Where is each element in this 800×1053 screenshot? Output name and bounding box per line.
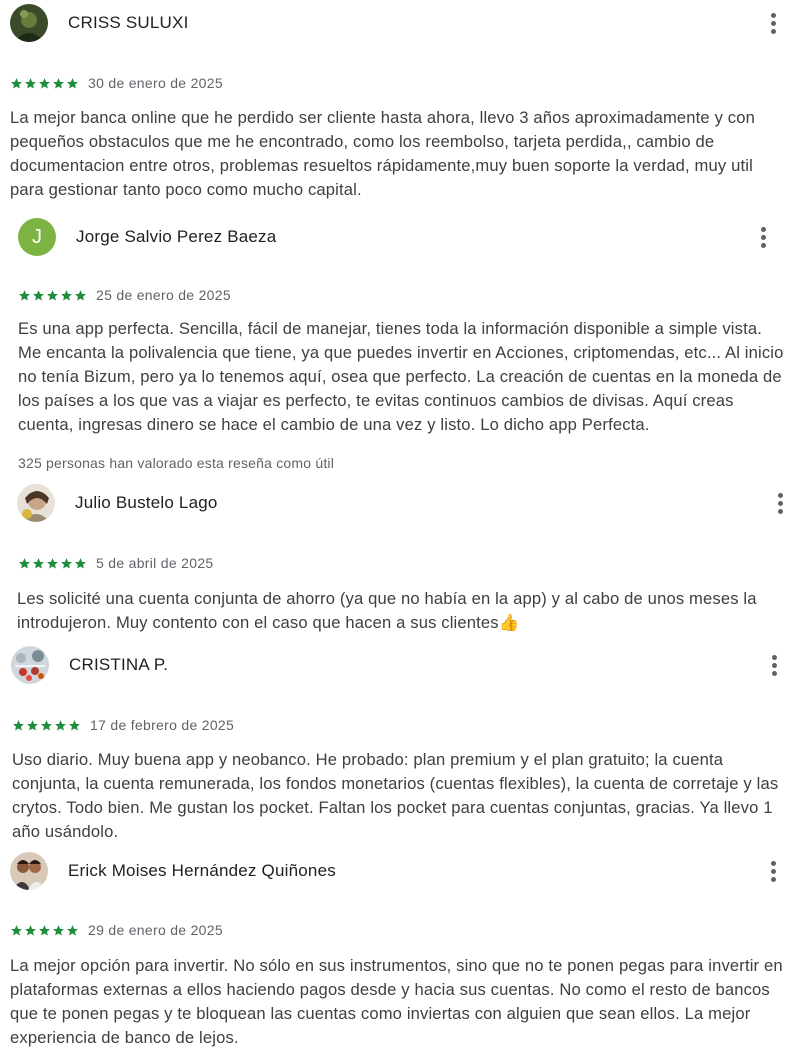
review-text: La mejor banca online que he perdido ser…	[10, 108, 755, 199]
review-header: J Jorge Salvio Perez Baeza	[18, 217, 276, 257]
star-icon	[47, 557, 58, 569]
star-icon	[39, 924, 50, 936]
rating-row: 25 de enero de 2025	[18, 285, 231, 305]
avatar[interactable]	[10, 4, 48, 42]
star-icon	[19, 557, 30, 569]
reviewer-name: Julio Bustelo Lago	[75, 493, 218, 512]
review-header: Erick Moises Hernández Quiñones	[10, 851, 336, 891]
review-text: Es una app perfecta. Sencilla, fácil de …	[18, 319, 784, 434]
star-icon	[53, 924, 64, 936]
star-icon	[69, 719, 80, 731]
star-icon	[67, 924, 78, 936]
star-icon	[47, 289, 58, 301]
star-icon	[67, 77, 78, 89]
rating-row: 29 de enero de 2025	[10, 920, 223, 940]
reviewer-name: CRISS SULUXI	[68, 13, 189, 32]
reviewer-name: CRISTINA P.	[69, 655, 169, 674]
avatar-letter: J	[32, 225, 42, 248]
star-icon	[25, 924, 36, 936]
star-icon	[33, 557, 44, 569]
star-icon	[19, 289, 30, 301]
more-options-icon[interactable]	[764, 651, 784, 679]
star-icon	[41, 719, 52, 731]
review-date: 5 de abril de 2025	[96, 555, 214, 571]
avatar[interactable]	[17, 484, 55, 522]
review-date: 30 de enero de 2025	[88, 75, 223, 91]
star-icon	[11, 77, 22, 89]
avatar[interactable]	[11, 646, 49, 684]
rating-row: 5 de abril de 2025	[18, 553, 214, 573]
helpful-count: 325 personas han valorado esta reseña co…	[18, 455, 335, 471]
star-icon	[33, 289, 44, 301]
star-rating	[18, 289, 87, 302]
star-icon	[11, 924, 22, 936]
more-options-icon[interactable]	[770, 489, 790, 517]
avatar[interactable]	[10, 852, 48, 890]
reviewer-name: Jorge Salvio Perez Baeza	[76, 227, 277, 246]
review-text: La mejor opción para invertir. No sólo e…	[10, 956, 783, 1047]
review-text: Uso diario. Muy buena app y neobanco. He…	[12, 750, 779, 841]
star-icon	[13, 719, 24, 731]
star-icon	[27, 719, 38, 731]
star-rating	[12, 719, 81, 732]
more-options-icon[interactable]	[763, 9, 783, 37]
star-rating	[18, 557, 87, 570]
star-icon	[61, 289, 72, 301]
star-icon	[61, 557, 72, 569]
review-date: 29 de enero de 2025	[88, 922, 223, 938]
star-icon	[53, 77, 64, 89]
star-rating	[10, 77, 79, 90]
review-header: Julio Bustelo Lago	[17, 483, 218, 523]
review-header: CRISS SULUXI	[10, 3, 189, 43]
star-icon	[75, 557, 86, 569]
more-options-icon[interactable]	[753, 223, 773, 251]
star-icon	[39, 77, 50, 89]
star-rating	[10, 924, 79, 937]
rating-row: 17 de febrero de 2025	[12, 715, 234, 735]
reviewer-name: Erick Moises Hernández Quiñones	[68, 861, 336, 880]
more-options-icon[interactable]	[763, 857, 783, 885]
star-icon	[25, 77, 36, 89]
review-date: 17 de febrero de 2025	[90, 717, 235, 733]
star-icon	[55, 719, 66, 731]
review-text: Les solicité una cuenta conjunta de ahor…	[17, 589, 757, 632]
avatar[interactable]: J	[18, 218, 56, 256]
rating-row: 30 de enero de 2025	[10, 73, 223, 93]
review-date: 25 de enero de 2025	[96, 287, 231, 303]
star-icon	[75, 289, 86, 301]
review-header: CRISTINA P.	[11, 645, 168, 685]
